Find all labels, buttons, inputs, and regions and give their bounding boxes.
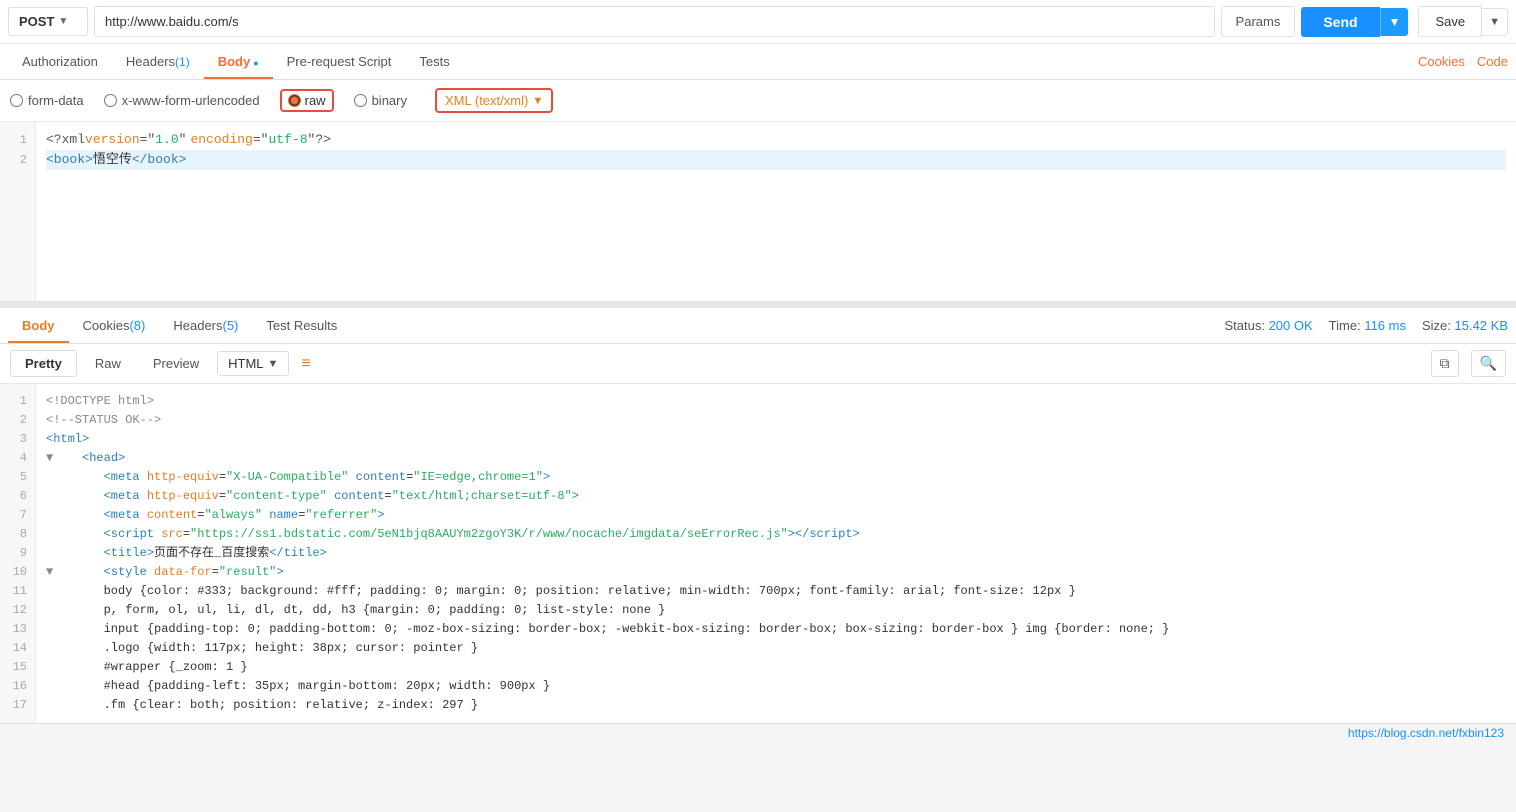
resp-line-8: <script src="https://ss1.bdstatic.com/5e… xyxy=(46,525,1506,544)
resp-line-7: <meta content="always" name="referrer"> xyxy=(46,506,1506,525)
response-code-content: <!DOCTYPE html> <!--STATUS OK--> <html> … xyxy=(36,384,1516,723)
request-line-numbers: 1 2 xyxy=(0,122,36,301)
save-button[interactable]: Save xyxy=(1418,6,1482,37)
copy-button[interactable]: ⧉ xyxy=(1431,350,1459,377)
code-line-1: <?xml version="1.0" encoding="utf-8" ?> xyxy=(46,130,1506,150)
resp-tab-test-results[interactable]: Test Results xyxy=(252,308,351,343)
save-dropdown-button[interactable]: ▼ xyxy=(1482,8,1508,36)
raw-radio-label[interactable]: raw xyxy=(288,93,326,108)
tab-pre-request-script[interactable]: Pre-request Script xyxy=(273,44,406,79)
resp-tab-cookies[interactable]: Cookies(8) xyxy=(69,308,160,343)
response-section: Body Cookies(8) Headers(5) Test Results … xyxy=(0,308,1516,723)
tabs-right: Cookies Code xyxy=(1418,54,1508,69)
send-group: Send ▼ xyxy=(1301,7,1408,37)
send-button[interactable]: Send xyxy=(1301,7,1379,37)
method-label: POST xyxy=(19,14,54,29)
cookies-link[interactable]: Cookies xyxy=(1418,54,1465,69)
form-data-option[interactable]: form-data xyxy=(10,93,84,108)
method-select[interactable]: POST ▼ xyxy=(8,7,88,36)
status-url: https://blog.csdn.net/fxbin123 xyxy=(1348,726,1504,740)
wrap-icon[interactable]: ≡ xyxy=(301,355,310,373)
resp-line-9: <title>页面不存在_百度搜索</title> xyxy=(46,544,1506,563)
pretty-button[interactable]: Pretty xyxy=(10,350,77,377)
xml-type-select[interactable]: XML (text/xml) ▼ xyxy=(435,88,553,113)
resp-line-6: <meta http-equiv="content-type" content=… xyxy=(46,487,1506,506)
resp-line-1: <!DOCTYPE html> xyxy=(46,392,1506,411)
search-button[interactable]: 🔍 xyxy=(1471,350,1506,377)
resp-line-14: .logo {width: 117px; height: 38px; curso… xyxy=(46,639,1506,658)
request-code-editor[interactable]: 1 2 <?xml version="1.0" encoding="utf-8"… xyxy=(0,122,1516,302)
raw-option-group: raw xyxy=(280,89,334,112)
tab-headers[interactable]: Headers(1) xyxy=(112,44,204,79)
response-code-area[interactable]: 12345 678910 1112131415 1617 <!DOCTYPE h… xyxy=(0,384,1516,723)
save-group: Save ▼ xyxy=(1418,6,1508,37)
raw-button[interactable]: Raw xyxy=(81,351,135,376)
urlencoded-option[interactable]: x-www-form-urlencoded xyxy=(104,93,260,108)
resp-line-13: input {padding-top: 0; padding-bottom: 0… xyxy=(46,620,1506,639)
resp-icons: ⧉ 🔍 xyxy=(1431,350,1506,377)
preview-button[interactable]: Preview xyxy=(139,351,213,376)
resp-line-5: <meta http-equiv="X-UA-Compatible" conte… xyxy=(46,468,1506,487)
resp-line-10: ▼ <style data-for="result"> xyxy=(46,563,1506,582)
body-options: form-data x-www-form-urlencoded raw bina… xyxy=(0,80,1516,122)
status-label: Status: 200 OK xyxy=(1225,318,1313,333)
status-bar: https://blog.csdn.net/fxbin123 xyxy=(0,723,1516,742)
url-input[interactable] xyxy=(94,6,1215,37)
resp-line-12: p, form, ol, ul, li, dl, dt, dd, h3 {mar… xyxy=(46,601,1506,620)
time-label: Time: 116 ms xyxy=(1329,318,1406,333)
binary-option[interactable]: binary xyxy=(354,93,407,108)
resp-line-17: .fm {clear: both; position: relative; z-… xyxy=(46,696,1506,715)
resp-tab-headers[interactable]: Headers(5) xyxy=(159,308,252,343)
code-link[interactable]: Code xyxy=(1477,54,1508,69)
response-stats: Status: 200 OK Time: 116 ms Size: 15.42 … xyxy=(1225,318,1509,333)
type-select-group[interactable]: HTML ▼ xyxy=(217,351,289,376)
resp-line-3: <html> xyxy=(46,430,1506,449)
size-label: Size: 15.42 KB xyxy=(1422,318,1508,333)
method-chevron-icon: ▼ xyxy=(58,16,68,27)
request-tabs-row: Authorization Headers(1) Body● Pre-reque… xyxy=(0,44,1516,80)
tab-tests[interactable]: Tests xyxy=(405,44,463,79)
code-line-2: <book>悟空传</book> xyxy=(46,150,1506,170)
resp-line-2: <!--STATUS OK--> xyxy=(46,411,1506,430)
resp-line-15: #wrapper {_zoom: 1 } xyxy=(46,658,1506,677)
resp-tab-body[interactable]: Body xyxy=(8,308,69,343)
resp-line-16: #head {padding-left: 35px; margin-bottom… xyxy=(46,677,1506,696)
request-bar: POST ▼ Params Send ▼ Save ▼ xyxy=(0,0,1516,44)
response-tabs-row: Body Cookies(8) Headers(5) Test Results … xyxy=(0,308,1516,344)
response-format-row: Pretty Raw Preview HTML ▼ ≡ ⧉ 🔍 xyxy=(0,344,1516,384)
xml-chevron-icon: ▼ xyxy=(532,95,543,107)
body-dot: ● xyxy=(253,58,258,68)
tab-authorization[interactable]: Authorization xyxy=(8,44,112,79)
tab-body[interactable]: Body● xyxy=(204,44,273,79)
response-line-numbers: 12345 678910 1112131415 1617 xyxy=(0,384,36,723)
type-chevron-icon: ▼ xyxy=(268,358,279,370)
resp-line-4: ▼ <head> xyxy=(46,449,1506,468)
send-dropdown-button[interactable]: ▼ xyxy=(1380,8,1409,36)
params-button[interactable]: Params xyxy=(1221,6,1296,37)
request-code-content: <?xml version="1.0" encoding="utf-8" ?> … xyxy=(36,122,1516,301)
resp-line-11: body {color: #333; background: #fff; pad… xyxy=(46,582,1506,601)
